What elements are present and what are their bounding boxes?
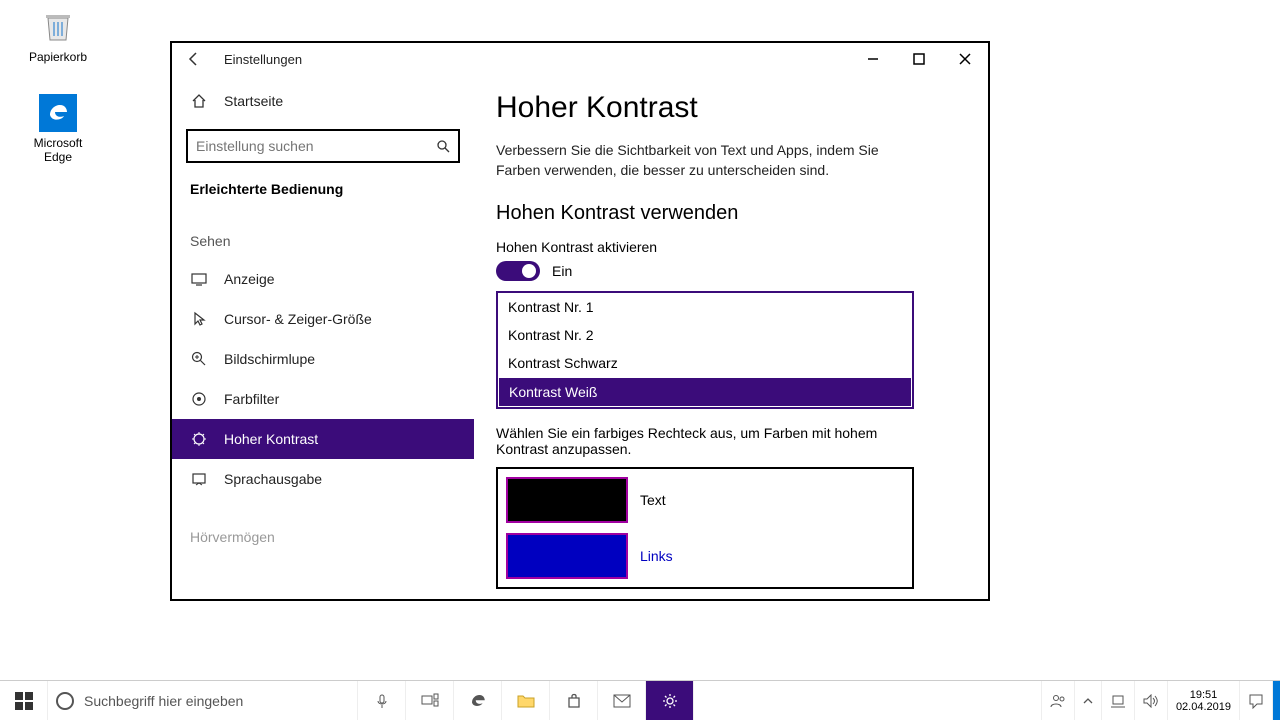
home-icon <box>190 92 208 110</box>
content-pane: Hoher Kontrast Verbessern Sie die Sichtb… <box>474 75 988 599</box>
sidebar-item-label: Sprachausgabe <box>224 471 322 487</box>
sidebar-home-label: Startseite <box>224 93 283 109</box>
sidebar: Startseite Erleichterte Bedienung Sehen … <box>172 75 474 599</box>
tray-volume[interactable] <box>1134 681 1167 720</box>
color-swatch-text[interactable] <box>506 477 628 523</box>
theme-option[interactable]: Kontrast Schwarz <box>498 349 912 377</box>
display-icon <box>190 270 208 288</box>
sidebar-item-label: Anzeige <box>224 271 275 287</box>
high-contrast-toggle[interactable] <box>496 261 540 281</box>
taskbar-search[interactable]: Suchbegriff hier eingeben <box>48 681 358 720</box>
taskbar-edge[interactable] <box>454 681 502 720</box>
taskbar-explorer[interactable] <box>502 681 550 720</box>
close-button[interactable] <box>942 43 988 75</box>
window-title: Einstellungen <box>224 52 302 67</box>
tray-network[interactable] <box>1101 681 1134 720</box>
color-row-links[interactable]: Links <box>506 533 904 579</box>
theme-dropdown[interactable]: Kontrast Nr. 1 Kontrast Nr. 2 Kontrast S… <box>496 291 914 409</box>
sidebar-item-magnifier[interactable]: Bildschirmlupe <box>172 339 474 379</box>
sidebar-item-anzeige[interactable]: Anzeige <box>172 259 474 299</box>
show-desktop[interactable] <box>1272 681 1280 720</box>
recycle-bin-icon <box>38 6 78 46</box>
narrator-icon <box>190 470 208 488</box>
color-filter-icon <box>190 390 208 408</box>
page-description: Verbessern Sie die Sichtbarkeit von Text… <box>496 141 916 180</box>
sidebar-item-label: Hoher Kontrast <box>224 431 318 447</box>
cortana-icon <box>56 692 74 710</box>
color-label: Text <box>640 492 666 508</box>
sidebar-item-label: Cursor- & Zeiger-Größe <box>224 311 372 327</box>
desktop-icon-edge[interactable]: Microsoft Edge <box>20 94 96 164</box>
toggle-state-text: Ein <box>552 263 572 279</box>
taskbar-settings[interactable] <box>646 681 694 720</box>
tray-date: 02.04.2019 <box>1176 701 1231 713</box>
search-input[interactable] <box>196 138 436 154</box>
cursor-icon <box>190 310 208 328</box>
taskbar-taskview[interactable] <box>406 681 454 720</box>
color-label: Links <box>640 548 673 564</box>
search-box[interactable] <box>186 129 460 163</box>
search-icon <box>436 139 450 153</box>
minimize-button[interactable] <box>850 43 896 75</box>
sidebar-item-narrator[interactable]: Sprachausgabe <box>172 459 474 499</box>
taskbar-mail[interactable] <box>598 681 646 720</box>
titlebar: Einstellungen <box>172 43 988 75</box>
tray-people[interactable] <box>1041 681 1074 720</box>
sidebar-item-high-contrast[interactable]: Hoher Kontrast <box>172 419 474 459</box>
desktop-icon-label: Papierkorb <box>20 50 96 64</box>
theme-option-selected[interactable]: Kontrast Weiß <box>499 378 911 406</box>
color-adjust-panel: Text Links <box>496 467 914 589</box>
sidebar-item-label: Bildschirmlupe <box>224 351 315 367</box>
back-button[interactable] <box>182 47 206 71</box>
theme-option[interactable]: Kontrast Nr. 2 <box>498 321 912 349</box>
taskbar: Suchbegriff hier eingeben 19:51 02.04.20… <box>0 680 1280 720</box>
sidebar-section-title: Erleichterte Bedienung <box>172 177 474 215</box>
maximize-button[interactable] <box>896 43 942 75</box>
high-contrast-icon <box>190 430 208 448</box>
color-row-text[interactable]: Text <box>506 477 904 523</box>
color-swatch-links[interactable] <box>506 533 628 579</box>
tray-clock[interactable]: 19:51 02.04.2019 <box>1167 681 1239 720</box>
magnifier-plus-icon <box>190 350 208 368</box>
tray-overflow[interactable] <box>1074 681 1101 720</box>
adjust-text: Wählen Sie ein farbiges Rechteck aus, um… <box>496 425 916 457</box>
edge-icon <box>39 94 77 132</box>
sidebar-group-sehen: Sehen <box>172 215 474 259</box>
start-button[interactable] <box>0 681 48 720</box>
taskbar-mic[interactable] <box>358 681 406 720</box>
theme-option[interactable]: Kontrast Nr. 1 <box>498 293 912 321</box>
desktop-icon-label: Microsoft Edge <box>20 136 96 164</box>
tray-action-center[interactable] <box>1239 681 1272 720</box>
sidebar-item-colorfilter[interactable]: Farbfilter <box>172 379 474 419</box>
page-title: Hoher Kontrast <box>496 91 962 125</box>
section-heading: Hohen Kontrast verwenden <box>496 202 962 225</box>
sidebar-item-label: Farbfilter <box>224 391 279 407</box>
sidebar-item-cursor[interactable]: Cursor- & Zeiger-Größe <box>172 299 474 339</box>
sidebar-group-hoeren: Hörvermögen <box>172 499 474 555</box>
sidebar-home[interactable]: Startseite <box>172 81 474 121</box>
toggle-label: Hohen Kontrast aktivieren <box>496 239 962 255</box>
tray-time: 19:51 <box>1190 689 1218 701</box>
taskbar-store[interactable] <box>550 681 598 720</box>
settings-window: Einstellungen Startseite <box>170 41 990 601</box>
taskbar-search-placeholder: Suchbegriff hier eingeben <box>84 693 243 709</box>
desktop-icon-recycle-bin[interactable]: Papierkorb <box>20 6 96 64</box>
